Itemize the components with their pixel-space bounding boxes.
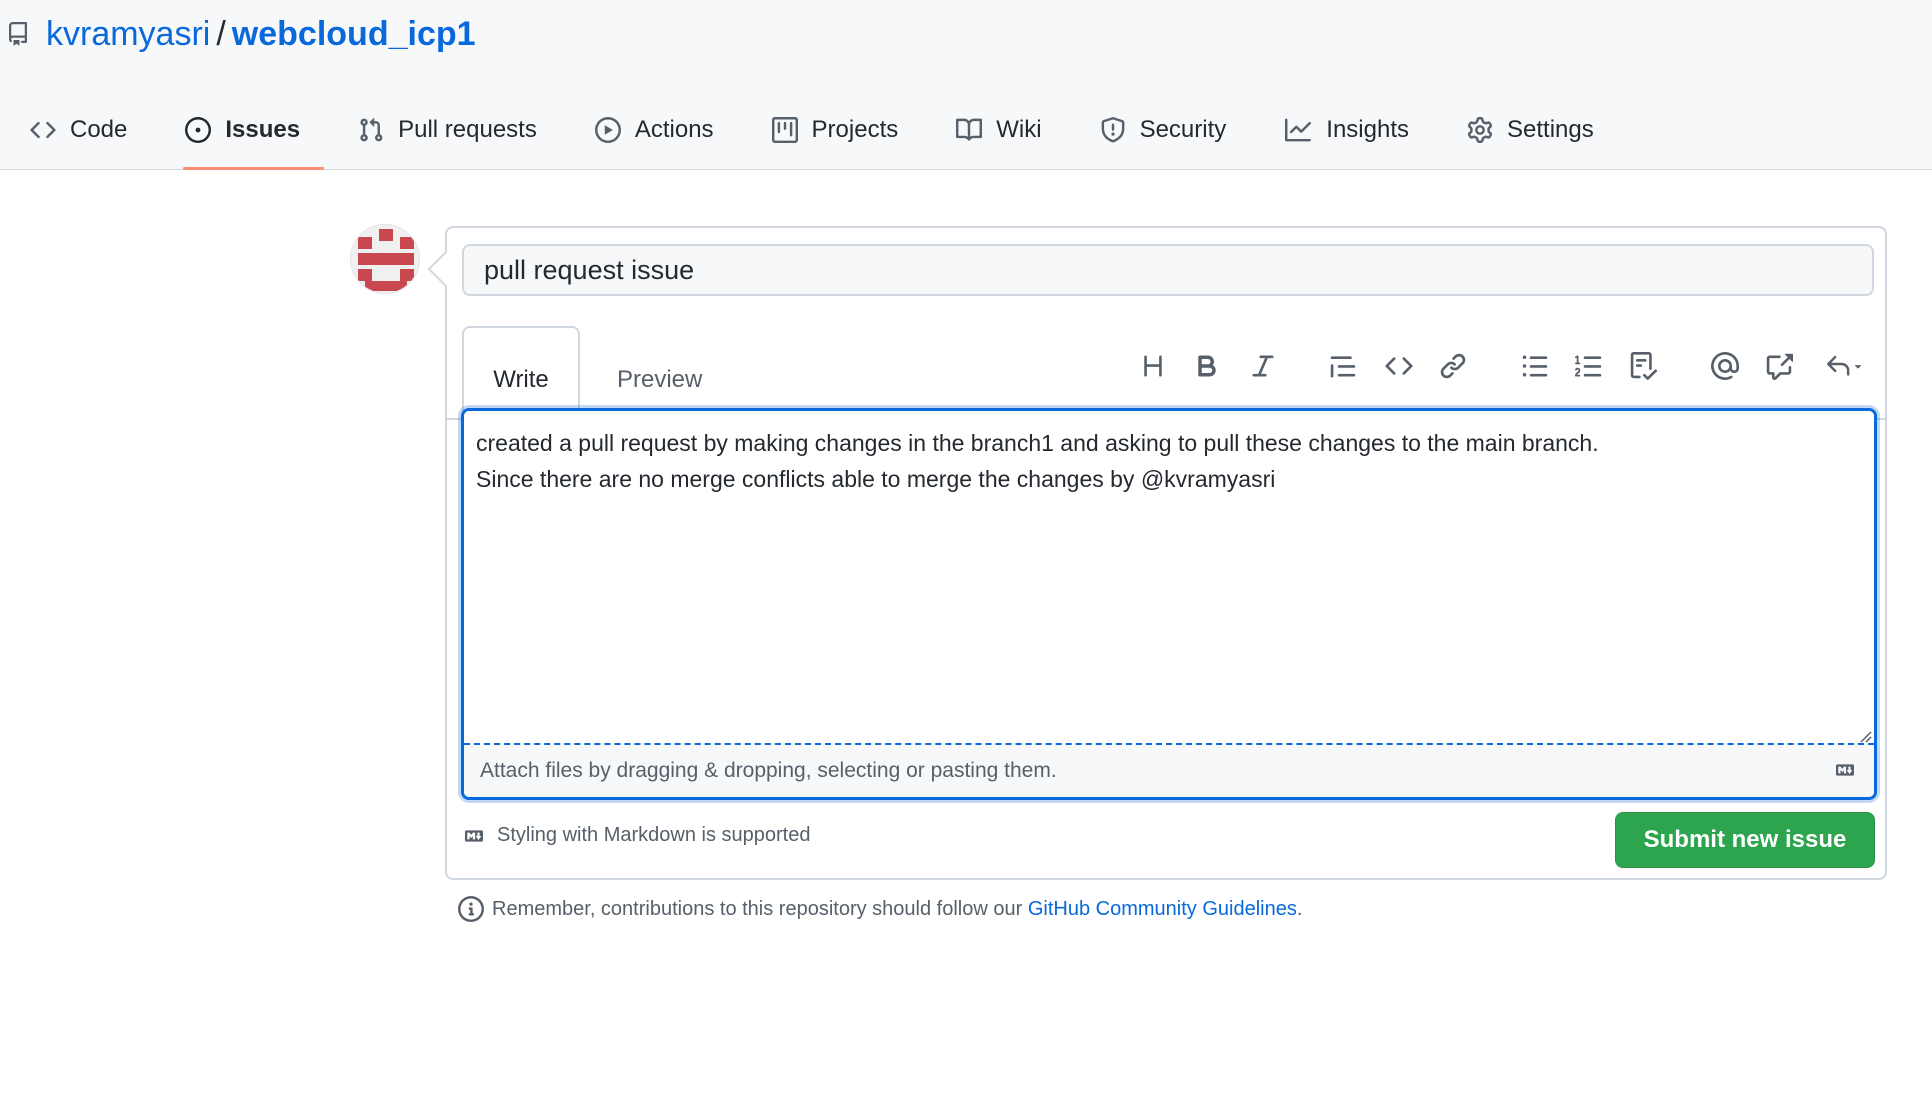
tab-label: Actions: [634, 116, 714, 143]
repo-separator: /: [216, 14, 226, 53]
gear-icon: [1467, 117, 1493, 143]
graph-icon: [1284, 117, 1312, 143]
file-attachment-dropzone[interactable]: Attach files by dragging & dropping, sel…: [464, 743, 1874, 797]
tab-settings[interactable]: Settings: [1437, 100, 1622, 160]
attach-files-text: Attach files by dragging & dropping, sel…: [480, 759, 1057, 782]
markdown-icon: [465, 829, 483, 842]
new-issue-form: Write Preview: [445, 226, 1887, 880]
issue-body-textarea[interactable]: created a pull request by making changes…: [464, 411, 1874, 743]
table-icon: [771, 117, 798, 143]
tab-label: Insights: [1326, 116, 1409, 143]
repo-title: kvramyasri / webcloud_icp1: [0, 12, 476, 56]
quote-icon[interactable]: [1323, 346, 1363, 386]
tab-pull-requests[interactable]: Pull requests: [328, 100, 565, 160]
tab-label: Projects: [811, 116, 899, 143]
mention-icon[interactable]: [1705, 346, 1745, 386]
tab-label: Settings: [1507, 116, 1594, 143]
tab-security[interactable]: Security: [1070, 100, 1255, 160]
tab-label: Pull requests: [398, 116, 537, 143]
italic-icon[interactable]: [1243, 346, 1283, 386]
repo-owner-link[interactable]: kvramyasri: [46, 15, 210, 54]
code-icon[interactable]: [1379, 346, 1419, 386]
reply-icon[interactable]: [1815, 346, 1875, 386]
tab-projects[interactable]: Projects: [742, 100, 927, 160]
ordered-list-icon[interactable]: [1569, 346, 1609, 386]
repo-header: kvramyasri / webcloud_icp1 Code Issues P…: [0, 0, 1932, 170]
play-icon: [594, 117, 621, 143]
shield-icon: [1100, 117, 1126, 143]
bold-icon[interactable]: [1187, 346, 1227, 386]
editor-tabbar: Write Preview: [447, 326, 1885, 420]
info-icon: [458, 896, 484, 922]
tab-label: Issues: [225, 116, 301, 143]
repo-icon: [6, 16, 36, 52]
tab-wiki[interactable]: Wiki: [926, 100, 1069, 160]
tab-write[interactable]: Write: [462, 326, 580, 420]
avatar[interactable]: [350, 224, 420, 294]
markdown-support-note[interactable]: Styling with Markdown is supported: [461, 824, 810, 847]
tab-actions[interactable]: Actions: [565, 100, 742, 160]
comment-editor: created a pull request by making changes…: [461, 408, 1877, 800]
tab-label: Wiki: [996, 116, 1042, 143]
heading-icon[interactable]: [1133, 346, 1173, 386]
link-icon[interactable]: [1433, 346, 1473, 386]
issue-title-input[interactable]: [462, 244, 1874, 296]
tasklist-icon[interactable]: [1623, 346, 1663, 386]
tab-label: Security: [1139, 116, 1227, 143]
repo-name-link[interactable]: webcloud_icp1: [232, 15, 476, 54]
form-footer: Styling with Markdown is supported Submi…: [461, 812, 1875, 868]
tab-insights[interactable]: Insights: [1254, 100, 1437, 160]
reminder-text: Remember, contributions to this reposito…: [492, 897, 1023, 920]
markdown-note-text: Styling with Markdown is supported: [497, 824, 811, 846]
markdown-icon[interactable]: [1832, 761, 1858, 779]
tab-code[interactable]: Code: [0, 100, 155, 160]
submit-new-issue-button[interactable]: Submit new issue: [1615, 812, 1875, 868]
git-pull-request-icon: [358, 117, 384, 143]
contribution-reminder: Remember, contributions to this reposito…: [458, 896, 1302, 922]
book-icon: [956, 117, 983, 143]
reminder-period: .: [1296, 897, 1303, 920]
tab-label: Code: [70, 116, 128, 143]
code-icon: [30, 117, 56, 143]
resize-grip-icon[interactable]: [1858, 729, 1872, 743]
tab-preview[interactable]: Preview: [597, 326, 722, 420]
repo-nav-tabs: Code Issues Pull requests Actions Projec…: [0, 100, 1622, 170]
cross-reference-icon[interactable]: [1759, 346, 1799, 386]
triangle-down-icon: [1854, 365, 1862, 369]
issue-opened-icon: [185, 117, 212, 143]
tab-issues[interactable]: Issues: [155, 100, 328, 170]
community-guidelines-link[interactable]: GitHub Community Guidelines: [1028, 898, 1297, 921]
unordered-list-icon[interactable]: [1515, 346, 1555, 386]
